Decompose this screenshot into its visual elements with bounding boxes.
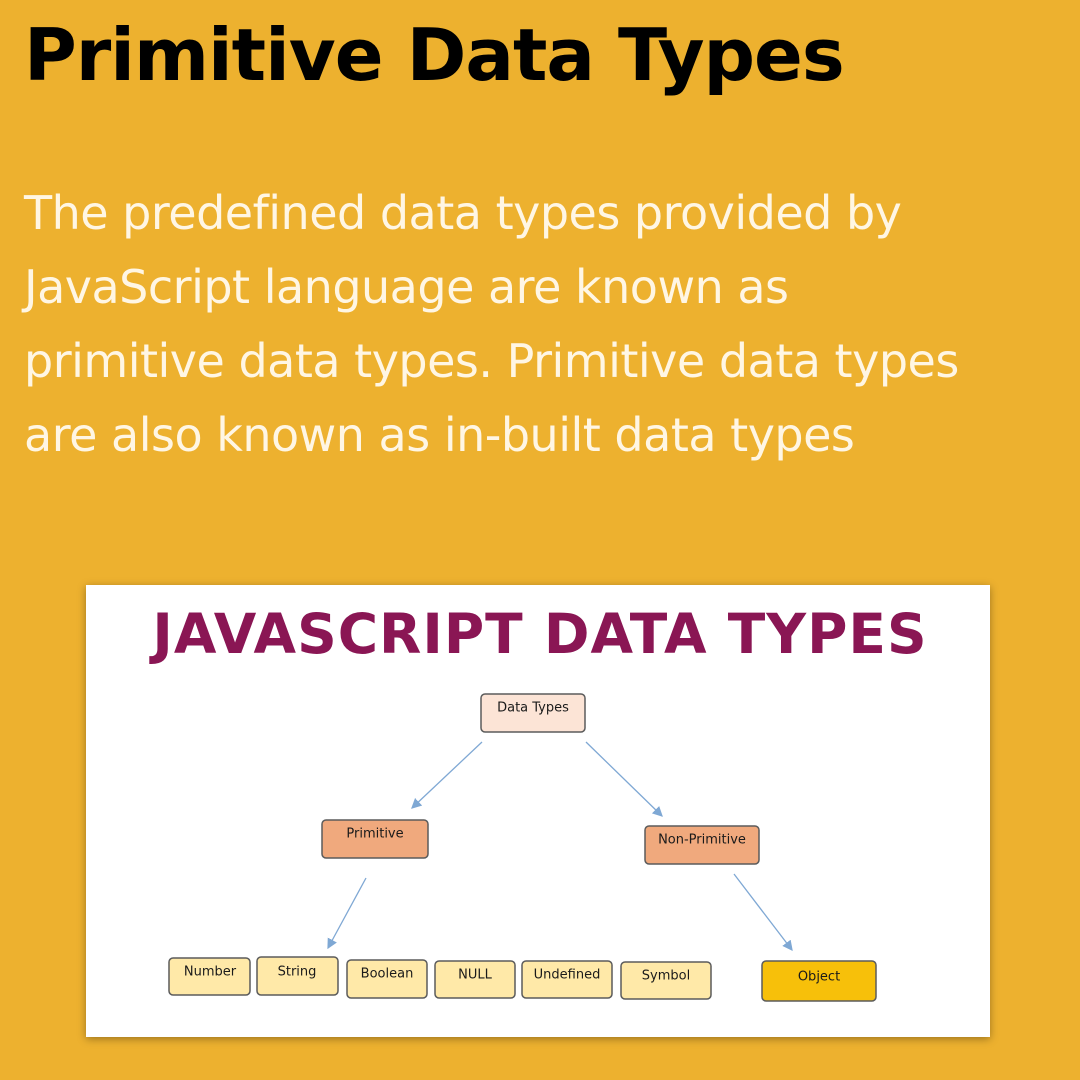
edge-root-to-non-primitive [585, 741, 663, 817]
node-label: Non-Primitive [658, 833, 746, 848]
node-primitive: Primitive [321, 819, 429, 859]
node-non-primitive: Non-Primitive [644, 825, 760, 865]
edge-non-primitive-to-object [733, 873, 793, 952]
node-label: String [278, 965, 317, 980]
node-number: Number [168, 957, 251, 996]
node-label: Undefined [534, 968, 601, 983]
node-label: Boolean [361, 967, 414, 982]
node-label: Symbol [642, 969, 690, 984]
node-data-types: Data Types [480, 693, 586, 733]
edge-primitive-to-string [327, 877, 367, 950]
node-null: NULL [434, 960, 516, 999]
node-boolean: Boolean [346, 959, 428, 999]
data-types-tree: Data Types Primitive Non-Primitive Numbe… [168, 693, 877, 1002]
node-label: Number [184, 965, 237, 980]
node-symbol: Symbol [620, 961, 712, 1000]
node-label: Object [798, 970, 840, 985]
edge-root-to-primitive [411, 741, 483, 809]
node-undefined: Undefined [521, 960, 613, 999]
node-string: String [256, 956, 339, 996]
node-label: Data Types [497, 701, 569, 716]
node-label: Primitive [346, 827, 403, 842]
node-label: NULL [458, 968, 492, 983]
node-object: Object [761, 960, 877, 1002]
